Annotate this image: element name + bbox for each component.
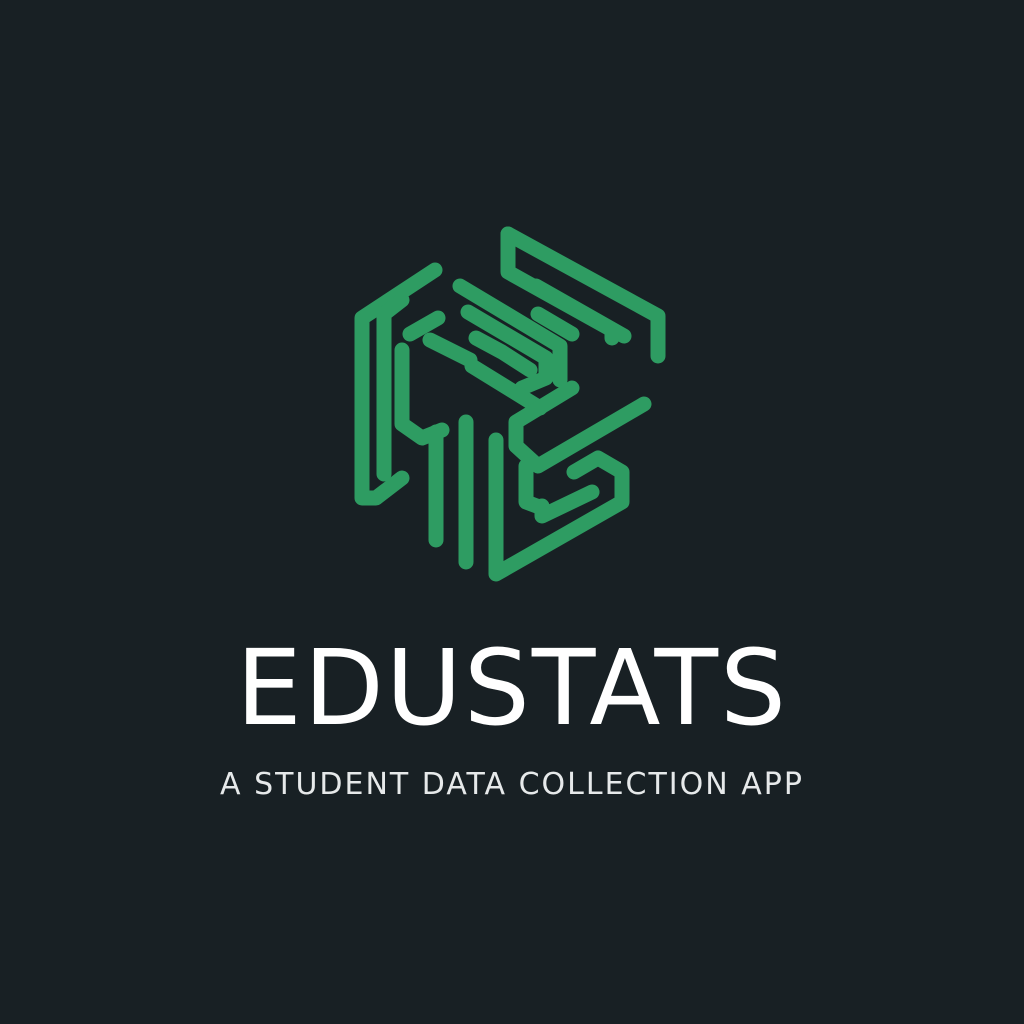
brand-name: EDUSTATS <box>236 627 788 749</box>
logo-cube-icon <box>340 210 680 590</box>
brand-tagline: A STUDENT DATA COLLECTION APP <box>220 767 804 802</box>
